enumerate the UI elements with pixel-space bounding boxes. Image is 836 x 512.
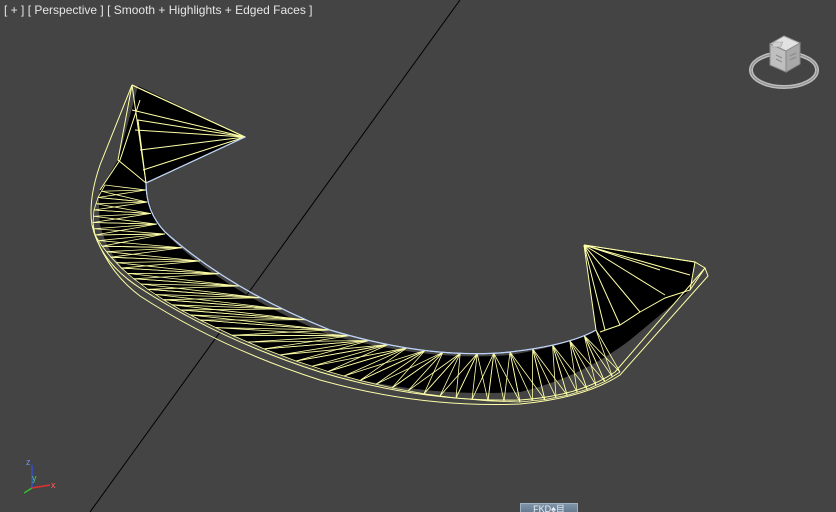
- scene-canvas[interactable]: [0, 0, 836, 512]
- perspective-viewport[interactable]: [ + ] [ Perspective ] [ Smooth + Highlig…: [0, 0, 836, 512]
- axis-y-line: [23, 487, 33, 494]
- viewport-menu-perspective[interactable]: [ Perspective ]: [28, 3, 104, 17]
- axis-z-label: z: [26, 457, 31, 467]
- axis-x-line: [31, 484, 51, 489]
- viewport-menu-plus[interactable]: [ + ]: [4, 3, 24, 17]
- axis-y-label: y: [32, 473, 37, 483]
- status-tab[interactable]: FKD♠目: [520, 503, 578, 512]
- viewport-label: [ + ] [ Perspective ] [ Smooth + Highlig…: [4, 3, 313, 17]
- axis-tripod-icon: z x y: [23, 457, 56, 494]
- viewcube-icon[interactable]: [748, 30, 820, 98]
- arrow-mesh[interactable]: [90, 84, 709, 405]
- axis-x-label: x: [51, 480, 56, 490]
- viewport-menu-shading[interactable]: [ Smooth + Highlights + Edged Faces ]: [107, 3, 312, 17]
